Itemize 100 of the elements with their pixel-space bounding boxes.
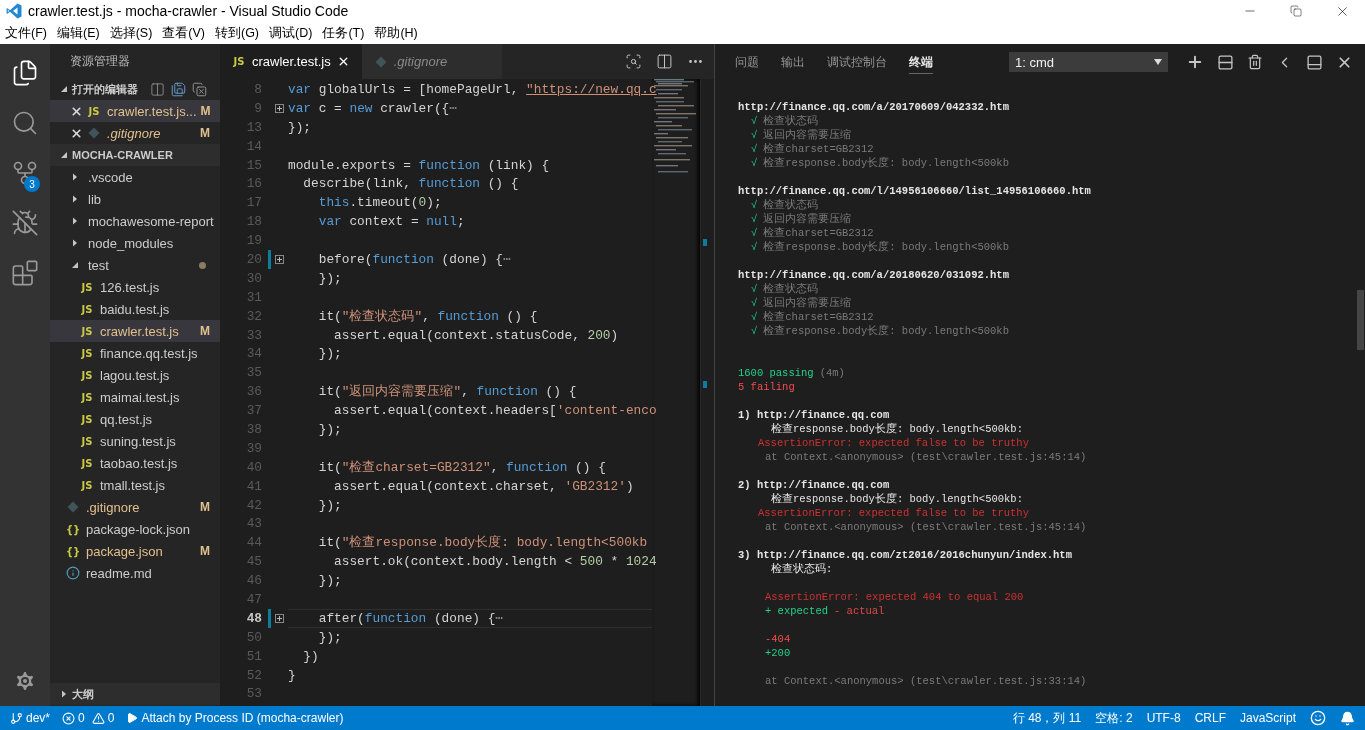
fold-icon[interactable] [275,613,284,623]
section-header[interactable]: 大纲 [50,683,220,705]
file-item[interactable]: {} package-lock.json [50,518,220,540]
close-all-icon[interactable] [192,81,207,97]
panel-tab[interactable]: 终端 [909,50,933,74]
extensions-icon [11,259,39,287]
activity-button[interactable]: 3 [0,148,50,198]
split-terminal-icon[interactable] [1217,53,1234,71]
terminal-select[interactable]: 1: cmd [1009,52,1168,72]
editor-tab[interactable]: JS crawler.test.js [220,44,362,79]
code-line: assert.ok(context.body.length < 500 * 1024 [333,554,657,570]
bell-icon[interactable] [1340,710,1355,726]
file-item[interactable]: .gitignore M [50,496,220,518]
file-name: crawler.test.js... [106,103,197,119]
code-line: var context = null; [317,214,465,230]
code-line: }); [288,119,312,135]
file-item[interactable]: JS qq.test.js [50,408,220,430]
status-item[interactable]: CRLF [1194,711,1226,725]
status-item[interactable]: UTF-8 [1146,711,1181,725]
fold-icon[interactable] [275,103,284,113]
open-editor-item[interactable]: JS crawler.test.js... M [50,100,220,122]
file-item[interactable]: JS tmall.test.js [50,474,220,496]
menu-item[interactable]: 调试(D) [264,22,318,44]
open-editor-item[interactable]: .gitignore M [50,122,220,144]
debug-status[interactable]: Attach by Process ID (mocha-crawler) [126,711,344,725]
passed-test: 检查charset=GB2312 [763,142,874,156]
file-item[interactable]: {} package.json M [50,540,220,562]
section-header[interactable]: MOCHA-CRAWLER [50,144,220,166]
fold-icon[interactable] [275,254,284,264]
close-icon[interactable] [70,104,83,118]
section-header[interactable]: 打开的编辑器 [50,78,220,100]
passed-test: 检查状态码 [763,114,819,128]
code-line: }); [317,629,342,645]
menu-item[interactable]: 查看(V) [157,22,210,44]
file-item[interactable]: JS maimai.test.js [50,386,220,408]
problems-status[interactable]: 0 0 [62,711,115,725]
maximize-panel-icon[interactable] [1306,53,1323,71]
line-number: 50 [245,629,262,645]
git-file-icon [67,501,79,513]
line-number: 51 [245,648,262,664]
file-item[interactable]: JS finance.qq.test.js [50,342,220,364]
file-item[interactable]: JS 126.test.js [50,276,220,298]
file-item[interactable]: JS suning.test.js [50,430,220,452]
folder-item[interactable]: node_modules [50,232,220,254]
line-number: 38 [245,421,262,437]
menu-item[interactable]: 选择(S) [104,22,158,44]
line-number: 43 [245,516,262,532]
folder-item[interactable]: .vscode [50,166,220,188]
file-name: finance.qq.test.js [99,345,199,361]
passed-test: 检查response.body长度: body.length<500kb [763,240,1009,254]
folder-item[interactable]: lib [50,188,220,210]
file-name: package.json [85,543,164,559]
line-number: 16 [245,176,262,192]
passed-test: 检查状态码 [763,198,819,212]
file-item[interactable]: JS taobao.test.js [50,452,220,474]
menu-item[interactable]: 编辑(E) [51,22,105,44]
count-badge: 3 [24,176,40,192]
open-preview-icon[interactable] [625,53,642,70]
code-line: after(function (done) {⋯ [317,610,504,627]
panel-tab[interactable]: 问题 [735,50,759,74]
check-mark: √ [751,310,758,324]
line-number: 42 [245,497,262,513]
new-terminal-icon[interactable] [1186,53,1204,71]
file-item[interactable]: JS lagou.test.js [50,364,220,386]
line-number: 30 [245,270,262,286]
passed-test: 检查charset=GB2312 [763,310,874,324]
folder-name: mochawesome-report [88,213,214,229]
menu-item[interactable]: 转到(G) [210,22,265,44]
panel-tab[interactable]: 输出 [781,50,805,74]
passed-test: 检查response.body长度: body.length<500kb [763,324,1009,338]
file-item[interactable]: JS baidu.test.js [50,298,220,320]
git-file-icon [88,127,100,139]
folder-item[interactable]: mochawesome-report [50,210,220,232]
panel-tab[interactable]: 调试控制台 [827,50,887,74]
file-name: crawler.test.js [99,323,180,339]
close-icon[interactable] [70,126,83,140]
split-editor-icon[interactable] [656,53,673,70]
editor-tab[interactable]: .gitignore [361,44,502,79]
status-item[interactable]: JavaScript [1239,711,1296,725]
smiley-icon[interactable] [1310,710,1326,726]
file-name: qq.test.js [99,411,154,427]
bug-icon [11,209,39,237]
file-item[interactable]: JS crawler.test.js M [50,320,220,342]
menu-item[interactable]: 任务(T) [317,22,370,44]
save-all-icon[interactable] [171,81,186,97]
trash-icon[interactable] [1247,54,1263,70]
folder-item[interactable]: test [50,254,220,276]
menu-item[interactable]: 帮助(H) [369,22,423,44]
file-item[interactable]: readme.md [50,562,220,584]
check-mark: √ [751,156,758,170]
code-line: it("检查状态码", function () { [317,307,538,325]
terminal-url: http://finance.qq.com/a/20180620/031092.htm [738,268,1009,282]
branch-status[interactable]: dev* [10,711,51,725]
menu-item[interactable]: 文件(F) [0,22,52,44]
status-item[interactable]: 行 48，列 11 [1012,709,1082,727]
scrollbar-thumb[interactable] [1357,290,1364,350]
folder-name: lib [88,191,102,207]
line-number: 44 [245,535,262,551]
status-item[interactable]: 空格: 2 [1095,709,1133,727]
line-number: 15 [245,157,262,173]
